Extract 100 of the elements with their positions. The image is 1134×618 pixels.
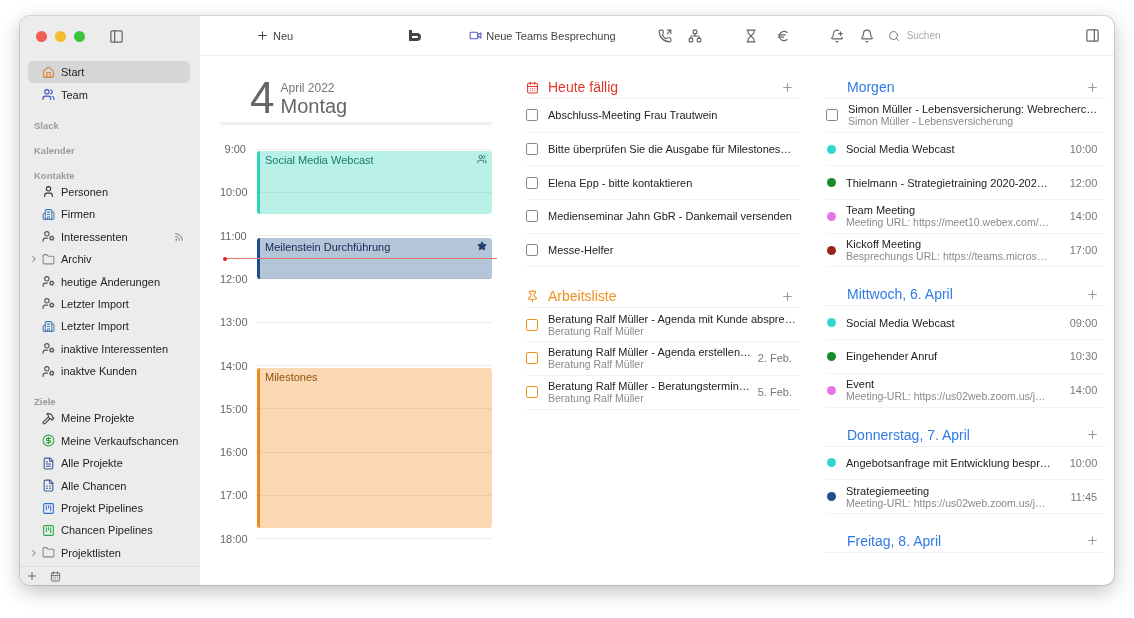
day-title: Donnerstag, 7. April — [847, 426, 971, 443]
task-checkbox[interactable] — [526, 143, 538, 156]
task-title: Beratung Ralf Müller - Agenda erstellen… — [548, 346, 748, 359]
zoom-button[interactable] — [74, 30, 85, 42]
hammer-icon — [42, 412, 55, 425]
sidebar-item[interactable]: Start — [28, 61, 190, 84]
hour-label: 14:00 — [220, 359, 246, 372]
sidebar-section-title: Kontakte — [33, 168, 76, 181]
teams-meeting-button[interactable]: Neue Teams Besprechung — [465, 27, 620, 44]
add-icon[interactable] — [1086, 287, 1100, 301]
sidebar-item[interactable]: Projekt Pipelines — [28, 496, 190, 520]
folder-icon — [42, 546, 55, 560]
building-icon — [42, 207, 55, 221]
agenda-subtitle: Meeting-URL: https://us02web.zoom.us/j… — [846, 390, 1047, 403]
task-checkbox[interactable] — [826, 109, 838, 122]
event-time: 11:45 — [1070, 490, 1098, 503]
agenda-title: Team Meeting — [846, 204, 917, 217]
document-icon — [42, 479, 55, 493]
sidebar-item[interactable]: Team — [28, 83, 190, 106]
dollar-icon — [42, 434, 55, 448]
event-time: 17:00 — [1069, 244, 1098, 257]
task-checkbox[interactable] — [526, 109, 538, 122]
sidebar-item[interactable]: Firmen — [28, 203, 190, 226]
sidebar-item[interactable]: heutige Änderungen — [28, 270, 190, 293]
task-checkbox[interactable] — [526, 352, 538, 365]
person-gear-icon — [42, 297, 55, 311]
panel-toggle-icon[interactable] — [1083, 26, 1102, 45]
disclosure-icon[interactable] — [29, 547, 39, 558]
team-icon — [42, 88, 55, 102]
task-title: Bitte überprüfen Sie die Ausgabe für Milestones… — [548, 143, 792, 156]
current-time-dot — [223, 256, 227, 261]
task-subtitle: Beratung Ralf Müller — [548, 358, 645, 371]
new-button[interactable]: Neu — [252, 27, 298, 44]
kanban-icon — [42, 501, 55, 515]
event-time: 10:30 — [1069, 350, 1098, 363]
agenda-subtitle: Meeting-URL: https://us02web.zoom.us/j… — [846, 496, 1047, 509]
task-subtitle: Beratung Ralf Müller — [548, 392, 645, 405]
sidebar-item[interactable]: Personen — [28, 180, 190, 204]
agenda-title: Eingehender Anruf — [846, 350, 939, 363]
add-icon[interactable] — [781, 80, 794, 94]
hour-label: 16:00 — [220, 446, 246, 459]
people-icon — [477, 154, 487, 164]
hour-label: 12:00 — [220, 272, 246, 285]
hour-label: 9:00 — [223, 143, 246, 155]
sidebar-item[interactable]: Alle Projekte — [28, 452, 190, 475]
task-checkbox[interactable] — [526, 244, 538, 257]
sidebar-item[interactable]: Interessenten — [28, 225, 190, 248]
agenda-title: Strategiemeeting — [846, 484, 931, 497]
sidebar-item[interactable]: Projektlisten — [28, 541, 190, 565]
sidebar-item[interactable]: Letzter Import — [28, 315, 190, 338]
agenda-title: Thielmann - Strategietraining 2020-202… — [846, 176, 1049, 189]
event-time: 09:00 — [1069, 316, 1098, 329]
sidebar-item[interactable]: Meine Projekte — [28, 407, 190, 430]
add-icon[interactable] — [1086, 534, 1100, 548]
disclosure-icon[interactable] — [29, 254, 39, 265]
folder-icon — [42, 252, 55, 266]
task-title: Beratung Ralf Müller - Beratungstermin… — [548, 380, 748, 393]
task-checkbox[interactable] — [526, 176, 538, 189]
person-gear-icon — [42, 342, 55, 356]
add-icon[interactable] — [1086, 80, 1100, 94]
task-title: Abschluss-Meeting Frau Trautwein — [548, 109, 719, 122]
event-time: 12:00 — [1069, 176, 1098, 189]
calendar-event[interactable]: Social Media Webcast — [257, 151, 492, 214]
calendar-event[interactable]: Milestones — [257, 367, 492, 528]
add-icon[interactable] — [1086, 428, 1100, 441]
day-number: 4 — [250, 78, 275, 118]
sidebar-item[interactable]: inaktive Interessenten — [28, 337, 190, 360]
sidebar-item[interactable]: inaktve Kunden — [28, 359, 190, 383]
calendar-icon[interactable] — [48, 568, 63, 584]
sidebar-section-title: Slack — [33, 118, 60, 131]
sidebar-item[interactable]: Meine Verkaufschancen — [28, 429, 190, 453]
close-button[interactable] — [36, 30, 47, 42]
plus-icon — [256, 29, 269, 42]
search-icon — [887, 29, 900, 42]
event-time: 14:00 — [1069, 210, 1098, 223]
hour-label: 11:00 — [220, 229, 246, 242]
sidebar-item[interactable]: Alle Chancen — [28, 474, 190, 497]
task-checkbox[interactable] — [526, 210, 538, 223]
house-icon — [42, 65, 55, 79]
calendar-icon — [526, 80, 539, 94]
event-time: 10:00 — [1069, 143, 1098, 156]
task-date: 5. Feb. — [757, 386, 792, 399]
task-title: Messe-Helfer — [548, 244, 615, 257]
sidebar-item[interactable]: Letzter Import — [28, 292, 190, 316]
agenda-title: Social Media Webcast — [846, 316, 956, 329]
day-title: Freitag, 8. April — [847, 532, 943, 549]
task-checkbox[interactable] — [526, 386, 538, 399]
add-icon[interactable] — [781, 289, 794, 303]
building-icon — [42, 319, 55, 333]
event-time: 10:00 — [1069, 456, 1098, 469]
agenda-title: Simon Müller - Lebensversicherung: Webrecherc… — [848, 103, 1098, 116]
month-year: April 2022 — [280, 81, 336, 95]
task-checkbox[interactable] — [526, 318, 538, 331]
agenda-subtitle: Besprechungs URL: https://teams.micros… — [846, 250, 1049, 263]
calendar-event[interactable]: Meilenstein Durchführung — [257, 237, 492, 279]
sidebar-item[interactable]: Chancen Pipelines — [28, 519, 190, 542]
person-gear-icon — [42, 364, 55, 378]
sidebar-section-title: Kalender — [33, 143, 76, 156]
sidebar-item[interactable]: Archiv — [28, 247, 190, 271]
hour-label: 17:00 — [220, 489, 246, 502]
